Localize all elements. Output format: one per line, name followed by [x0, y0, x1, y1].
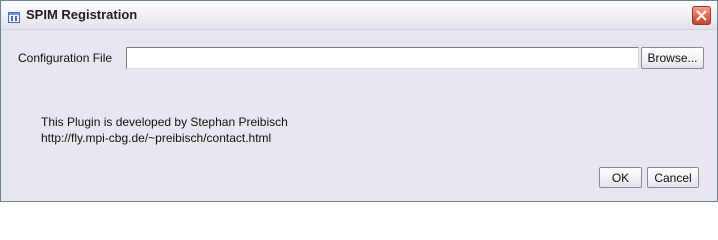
browse-button[interactable]: Browse...: [641, 47, 704, 69]
close-button[interactable]: [692, 6, 711, 25]
contact-url: http://fly.mpi-cbg.de/~preibisch/contact…: [41, 131, 272, 145]
dialog-window: SPIM Registration Configuration File Bro…: [0, 0, 718, 202]
java-app-icon: [8, 10, 20, 23]
config-file-label: Configuration File: [18, 51, 113, 65]
ok-button[interactable]: OK: [599, 167, 642, 188]
cancel-button[interactable]: Cancel: [647, 167, 699, 188]
config-file-input[interactable]: [126, 47, 639, 69]
window-title: SPIM Registration: [26, 7, 138, 22]
credit-text: This Plugin is developed by Stephan Prei…: [41, 115, 288, 129]
close-icon: [696, 10, 707, 21]
title-bar[interactable]: SPIM Registration: [1, 1, 717, 30]
